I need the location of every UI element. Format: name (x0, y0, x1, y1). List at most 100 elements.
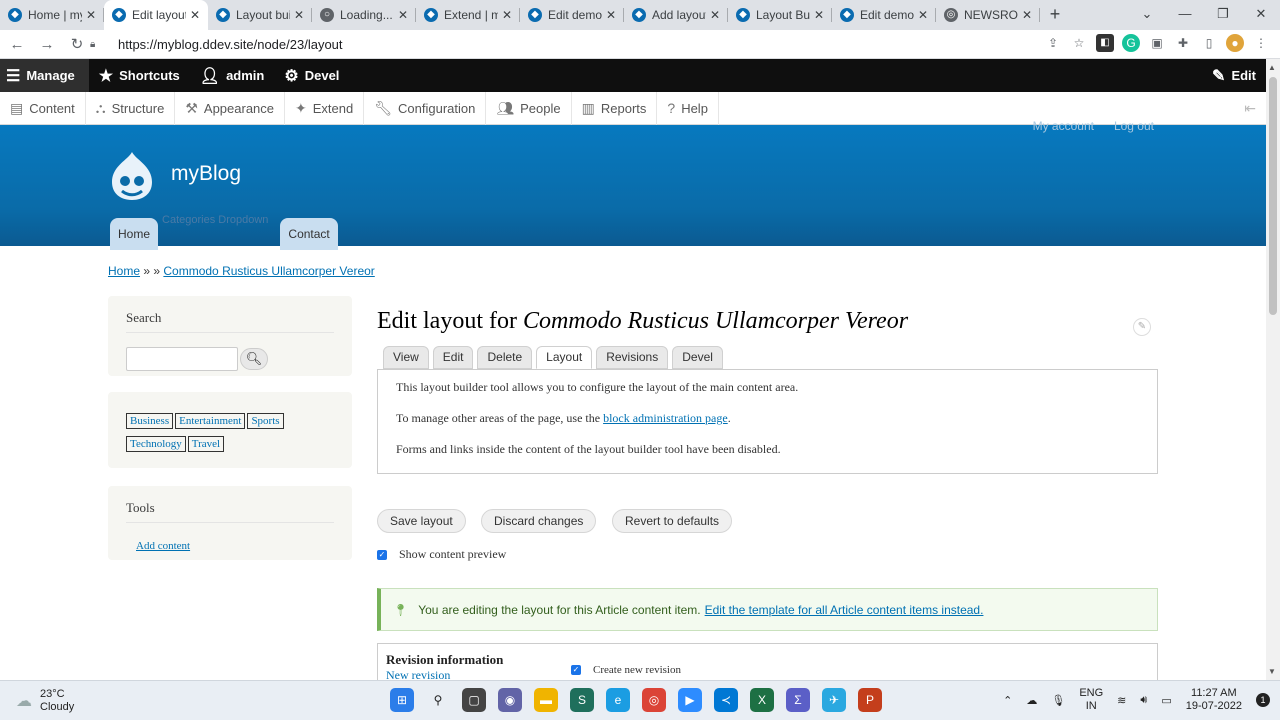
zoom-icon[interactable]: ▶ (678, 688, 702, 712)
close-icon[interactable]: ✕ (502, 8, 512, 22)
close-icon[interactable]: ✕ (606, 8, 616, 22)
battery-icon[interactable]: ▭ (1161, 694, 1171, 707)
excel-icon[interactable]: X (750, 688, 774, 712)
onedrive-cloud-icon[interactable]: ☁ (1026, 694, 1037, 707)
tab-layout[interactable]: Layout (536, 346, 593, 369)
grammarly-icon[interactable]: G (1122, 34, 1140, 52)
scroll-down-icon[interactable]: ▼ (1268, 667, 1276, 676)
search-icon[interactable]: ⚲ (426, 688, 450, 712)
wifi-icon[interactable]: ≋ (1117, 694, 1126, 707)
save-layout-button[interactable]: Save layout (377, 509, 466, 533)
tray-item-help[interactable]: ? Help (657, 91, 719, 125)
vscode-icon[interactable]: ≺ (714, 688, 738, 712)
restore-icon[interactable]: ❐ (1204, 0, 1242, 30)
chevron-up-icon[interactable]: ⌃ (1003, 694, 1012, 707)
browser-tab[interactable]: ◆ Edit demo ✕ (832, 0, 936, 30)
file-explorer-icon[interactable]: ▬ (534, 688, 558, 712)
tab-delete[interactable]: Delete (477, 346, 533, 369)
address-bar[interactable]: 🔒︎ https://myblog.ddev.site/node/23/layo… (90, 33, 1090, 56)
collapse-tray-icon[interactable]: ⇤ (1244, 100, 1256, 117)
tab-revisions[interactable]: Revisions (596, 346, 669, 369)
browser-tab[interactable]: ◆ Layout Buil ✕ (728, 0, 832, 30)
browser-tab[interactable]: ◆ Layout buil ✕ (208, 0, 312, 30)
tag-technology[interactable]: Technology (126, 436, 186, 452)
extension-icon[interactable]: ◧ (1096, 34, 1114, 52)
powerpoint-icon[interactable]: P (858, 688, 882, 712)
tag-business[interactable]: Business (126, 413, 174, 429)
share-icon[interactable]: ⇪ (1044, 34, 1062, 52)
new-tab-button[interactable]: + (1040, 0, 1070, 30)
show-preview-checkbox[interactable]: ✓ (377, 549, 387, 560)
side-panel-icon[interactable]: ▯ (1200, 34, 1218, 52)
tray-item-structure[interactable]: ⛬ Structure (86, 91, 176, 125)
forward-icon[interactable]: → (34, 36, 60, 53)
chat-icon[interactable]: ◉ (498, 688, 522, 712)
close-icon[interactable]: ✕ (398, 8, 408, 22)
page-scrollbar[interactable]: ▲ ▼ (1266, 59, 1280, 680)
toolbar-edit[interactable]: ✎ Edit (1202, 59, 1266, 92)
menu-home[interactable]: Home (110, 218, 159, 250)
back-icon[interactable]: ← (4, 36, 30, 53)
profile-avatar-icon[interactable]: ● (1226, 34, 1244, 52)
tab-view[interactable]: View (383, 346, 429, 369)
volume-icon[interactable]: 🔊︎ (1140, 694, 1147, 707)
tray-item-people[interactable]: 👥︎ People (486, 91, 572, 125)
tray-item-appearance[interactable]: ⚒ Appearance (175, 91, 286, 125)
toolbar-devel[interactable]: ⚙ Devel (274, 59, 349, 92)
revert-defaults-button[interactable]: Revert to defaults (612, 509, 733, 533)
chrome-icon[interactable]: ◎ (642, 688, 666, 712)
scroll-up-icon[interactable]: ▲ (1268, 63, 1276, 72)
microphone-icon[interactable]: 🎙︎ (1051, 694, 1065, 707)
tray-item-extend[interactable]: ✦ Extend (285, 91, 365, 125)
tag-entertainment[interactable]: Entertainment (175, 413, 246, 429)
edit-template-link[interactable]: Edit the template for all Article conten… (705, 603, 984, 617)
scrollbar-thumb[interactable] (1269, 77, 1277, 315)
close-icon[interactable]: ✕ (918, 8, 928, 22)
weather-widget[interactable]: ☁ 23°C Cloudy (16, 688, 74, 714)
breadcrumb-current[interactable]: Commodo Rusticus Ullamcorper Vereor (163, 264, 374, 278)
browser-tab[interactable]: ◆Extend | my✕ (416, 0, 520, 30)
language-indicator[interactable]: ENG IN (1079, 687, 1103, 713)
tray-item-content[interactable]: ▤ Content (0, 91, 86, 125)
app-icon[interactable]: S (570, 688, 594, 712)
site-name[interactable]: myBlog (171, 162, 241, 186)
toolbar-shortcuts[interactable]: ★ Shortcuts (89, 59, 190, 92)
breadcrumb-home[interactable]: Home (108, 264, 140, 278)
tab-devel[interactable]: Devel (672, 346, 723, 369)
contextual-edit-pencil-icon[interactable]: ✎ (1133, 318, 1151, 336)
tag-sports[interactable]: Sports (247, 413, 284, 429)
search-button[interactable]: 🔍︎ (240, 348, 268, 370)
app-icon-2[interactable]: Σ (786, 688, 810, 712)
app-icon-3[interactable]: ✈ (822, 688, 846, 712)
my-account-link[interactable]: My account (1033, 119, 1094, 133)
browser-tab[interactable]: ◎NEWSROO✕ (936, 0, 1040, 30)
extensions-puzzle-icon[interactable]: ✚ (1174, 34, 1192, 52)
browser-tab[interactable]: ○ Loading... ✕ (312, 0, 416, 30)
close-icon[interactable]: ✕ (814, 8, 824, 22)
close-icon[interactable]: ✕ (294, 8, 304, 22)
add-content-link[interactable]: Add content (136, 540, 190, 552)
tray-item-reports[interactable]: ▥ Reports (572, 91, 658, 125)
browser-tab[interactable]: ◆ Home | my ✕ (0, 0, 104, 30)
edge-icon[interactable]: e (606, 688, 630, 712)
browser-tab[interactable]: ◆ Edit demo ✕ (520, 0, 624, 30)
menu-contact[interactable]: Contact (280, 218, 338, 250)
drupal-logo-icon[interactable] (108, 150, 156, 202)
reload-icon[interactable]: ↻ (64, 35, 90, 53)
menu-categories-dropdown[interactable]: Categories Dropdown (162, 214, 268, 226)
screen-capture-icon[interactable]: ▣ (1148, 34, 1166, 52)
close-window-icon[interactable]: ✕ (1242, 0, 1280, 30)
toolbar-user[interactable]: 👤︎ admin (190, 59, 275, 92)
notification-badge[interactable]: 1 (1256, 693, 1270, 707)
bookmark-star-icon[interactable]: ☆ (1070, 34, 1088, 52)
log-out-link[interactable]: Log out (1114, 119, 1154, 133)
tab-search-icon[interactable]: ⌄ (1128, 0, 1166, 30)
browser-tab-active[interactable]: ◆ Edit layout ✕ (104, 0, 208, 30)
start-windows-icon[interactable]: ⊞ (390, 688, 414, 712)
tag-travel[interactable]: Travel (187, 436, 225, 452)
task-view-icon[interactable]: ▢ (462, 688, 486, 712)
toolbar-manage[interactable]: ☰ Manage (0, 59, 89, 92)
create-revision-checkbox[interactable]: ✓ (571, 665, 581, 675)
discard-changes-button[interactable]: Discard changes (481, 509, 597, 533)
tab-edit[interactable]: Edit (432, 346, 474, 369)
